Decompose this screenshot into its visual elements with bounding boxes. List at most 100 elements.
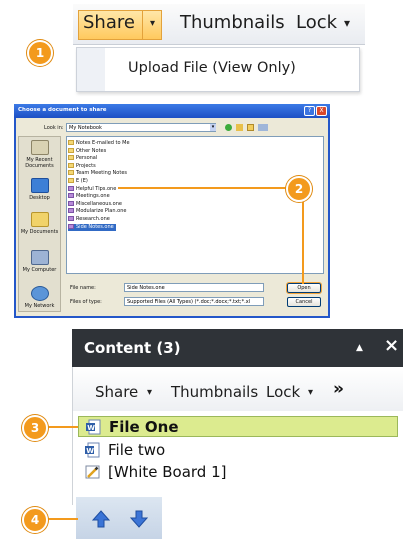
files-of-type-value: Supported Files (All Types) (*.doc;*.doc… xyxy=(127,299,251,305)
pod-share-caret-icon[interactable]: ▾ xyxy=(147,387,152,398)
file-list-item-label: Helpful Tips.one xyxy=(76,185,117,192)
dialog-title: Choose a document to share xyxy=(18,107,107,113)
place-recent-label: My Recent Documents xyxy=(25,157,54,169)
lock-button[interactable]: Lock xyxy=(296,12,337,33)
step-badge-2: 2 xyxy=(286,176,312,202)
content-item-whiteboard[interactable]: [White Board 1] xyxy=(78,462,398,483)
content-item-label: File two xyxy=(108,441,166,459)
cancel-button[interactable]: Cancel xyxy=(287,297,321,307)
pod-lock-caret-icon[interactable]: ▾ xyxy=(308,387,313,398)
file-list-item[interactable]: Meetings.one xyxy=(68,193,110,200)
place-desktop-label: Desktop xyxy=(29,195,50,201)
onenote-file-icon xyxy=(68,185,74,191)
file-list-item[interactable]: Modularize Plan.one xyxy=(68,208,126,215)
more-options-icon[interactable]: » xyxy=(333,379,344,399)
arrow-down-icon[interactable] xyxy=(129,509,149,529)
content-pod-title: Content (3) xyxy=(84,339,181,357)
file-list-item-label: Projects xyxy=(76,162,96,169)
file-list-item[interactable]: Team Meeting Notes xyxy=(68,170,127,177)
folder-icon xyxy=(68,178,74,183)
pod-lock-button[interactable]: Lock xyxy=(266,383,300,401)
share-button-label[interactable]: Share xyxy=(83,12,135,33)
onenote-file-icon xyxy=(68,200,74,206)
file-list-item[interactable]: Side Notes.one xyxy=(68,223,116,231)
onenote-file-icon xyxy=(68,223,74,229)
recent-documents-icon xyxy=(30,140,49,155)
file-name-field[interactable]: Side Notes.one xyxy=(124,283,264,292)
place-recent[interactable]: My Recent Documents xyxy=(18,140,61,169)
file-list-item-label: Notes E-mailed to Me xyxy=(76,140,130,146)
arrow-up-icon[interactable] xyxy=(91,509,111,529)
file-list-item[interactable]: Research.one xyxy=(68,216,110,223)
content-item-label: File One xyxy=(109,418,179,436)
thumbnails-button[interactable]: Thumbnails xyxy=(180,12,285,33)
file-list-item-label: Research.one xyxy=(76,216,110,222)
folder-icon xyxy=(68,170,74,176)
place-my-computer-label: My Computer xyxy=(22,267,57,273)
whiteboard-icon xyxy=(85,465,100,479)
collapse-icon[interactable]: ▲ xyxy=(356,343,363,353)
file-list-item-label: Modularize Plan.one xyxy=(76,208,127,215)
file-list-item-label: E (E) xyxy=(76,178,88,184)
content-item-file-two[interactable]: W File two xyxy=(78,440,398,461)
pod-share-button[interactable]: Share xyxy=(95,383,138,401)
folder-icon xyxy=(68,147,74,153)
content-item-file-one[interactable]: W File One xyxy=(78,416,398,437)
reorder-bar xyxy=(76,497,162,539)
back-icon[interactable] xyxy=(225,124,232,131)
place-my-network-label: My Network xyxy=(24,303,55,309)
upload-file-menu-item[interactable]: Upload File (View Only) xyxy=(128,60,296,76)
place-my-network[interactable]: My Network xyxy=(18,286,61,309)
desktop-icon xyxy=(30,178,49,193)
place-my-documents[interactable]: My Documents xyxy=(18,212,61,235)
folder-icon xyxy=(68,155,74,161)
up-folder-icon[interactable] xyxy=(236,124,243,131)
look-in-label: Look in: xyxy=(44,125,64,131)
file-list-item-label: Meetings.one xyxy=(76,193,110,200)
pod-close-icon[interactable]: × xyxy=(384,335,399,356)
onenote-file-icon xyxy=(68,216,74,221)
file-list-item[interactable]: Personal xyxy=(68,155,97,162)
help-button[interactable]: ? xyxy=(304,106,315,116)
file-name-value: Side Notes.one xyxy=(127,285,165,291)
look-in-value: My Notebook xyxy=(69,125,102,131)
file-list-item[interactable]: E (E) xyxy=(68,178,88,185)
step-2-leader-line xyxy=(118,187,286,189)
files-of-type-select[interactable]: Supported Files (All Types) (*.doc;*.doc… xyxy=(124,297,264,306)
views-menu-icon[interactable] xyxy=(258,124,268,131)
folder-icon xyxy=(68,140,74,145)
file-list-item-label: Miscellaneous.one xyxy=(76,200,122,207)
file-list-item[interactable]: Projects xyxy=(68,162,96,170)
file-list-item-label: Other Notes xyxy=(76,147,107,154)
place-desktop[interactable]: Desktop xyxy=(18,178,61,201)
look-in-select[interactable]: My Notebook xyxy=(66,123,216,132)
my-computer-icon xyxy=(30,250,49,265)
share-dropdown-button[interactable]: ▾ xyxy=(142,10,162,40)
onenote-file-icon xyxy=(68,208,74,214)
files-of-type-label: Files of type: xyxy=(70,299,102,305)
open-button[interactable]: Open xyxy=(286,282,322,294)
place-my-documents-label: My Documents xyxy=(20,229,59,235)
folder-icon xyxy=(68,162,74,168)
word-document-icon: W xyxy=(85,442,100,458)
step-badge-1: 1 xyxy=(27,40,53,66)
file-list-item[interactable]: Miscellaneous.one xyxy=(68,200,122,208)
file-list-item-label: Side Notes.one xyxy=(76,223,114,230)
pod-thumbnails-button[interactable]: Thumbnails xyxy=(171,383,258,401)
my-documents-icon xyxy=(30,212,49,227)
look-in-dropdown-icon[interactable]: ▾ xyxy=(210,124,216,131)
menu-icon-gutter xyxy=(77,48,105,91)
step-2-leader-drop xyxy=(302,198,304,284)
lock-dropdown-icon[interactable]: ▾ xyxy=(344,16,350,30)
place-my-computer[interactable]: My Computer xyxy=(18,250,61,273)
dialog-close-button[interactable]: X xyxy=(316,106,327,116)
file-list-item[interactable]: Notes E-mailed to Me xyxy=(68,140,130,147)
svg-text:W: W xyxy=(87,424,95,432)
file-list-item[interactable]: Other Notes xyxy=(68,147,107,155)
new-folder-icon[interactable] xyxy=(247,124,254,131)
file-name-label: File name: xyxy=(70,285,96,291)
svg-text:W: W xyxy=(86,447,94,455)
file-list-item[interactable]: Helpful Tips.one xyxy=(68,185,117,193)
content-item-label: [White Board 1] xyxy=(108,463,227,481)
word-document-icon: W xyxy=(86,419,101,435)
